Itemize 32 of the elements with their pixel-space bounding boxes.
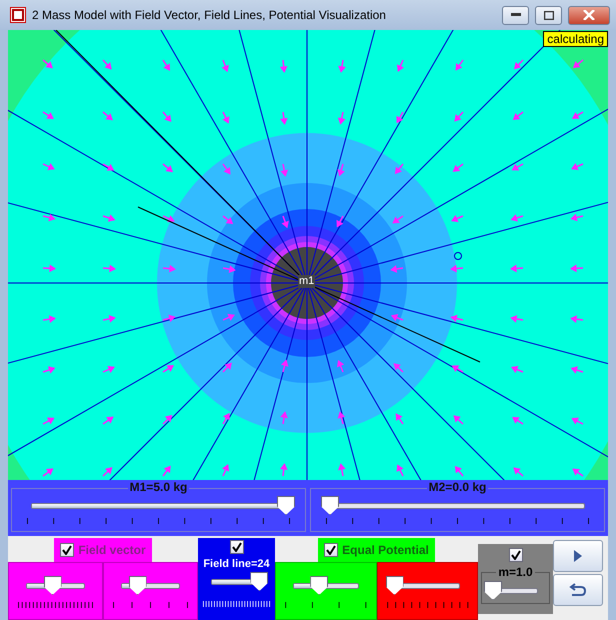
checkbox[interactable] bbox=[230, 540, 244, 554]
slider-thumb[interactable] bbox=[310, 576, 328, 595]
play-icon bbox=[573, 549, 583, 563]
tick-marks bbox=[202, 601, 271, 607]
slider-thumb[interactable] bbox=[321, 496, 339, 515]
minimize-button[interactable] bbox=[502, 6, 529, 24]
mass-label: m1 bbox=[298, 275, 316, 288]
slider-thumb[interactable] bbox=[250, 572, 268, 591]
slider-label: m=1.0 bbox=[496, 565, 535, 579]
maximize-icon bbox=[544, 10, 554, 20]
checkbox[interactable] bbox=[508, 548, 522, 562]
slider-label: Field line=24 bbox=[203, 558, 270, 570]
status-label: calculating bbox=[543, 31, 608, 47]
app-logo-icon bbox=[10, 7, 26, 23]
slider-thumb[interactable] bbox=[386, 576, 404, 595]
slider-thumb[interactable] bbox=[484, 581, 502, 600]
slider-thumb[interactable] bbox=[277, 496, 295, 515]
reset-button[interactable] bbox=[553, 574, 603, 606]
close-button[interactable] bbox=[568, 6, 610, 24]
undo-icon bbox=[569, 582, 587, 598]
checkbox[interactable] bbox=[60, 543, 74, 557]
slider-label: M2=0.0 kg bbox=[426, 480, 488, 494]
slider-thumb[interactable] bbox=[44, 576, 62, 595]
maximize-button[interactable] bbox=[535, 6, 562, 24]
slider-thumb[interactable] bbox=[128, 576, 147, 595]
close-icon bbox=[583, 10, 595, 20]
slider-label: M1=5.0 kg bbox=[128, 480, 190, 494]
play-button[interactable] bbox=[553, 540, 603, 572]
window-title: 2 Mass Model with Field Vector, Field Lines, Potential Visualization bbox=[32, 8, 387, 22]
minimize-icon bbox=[510, 13, 520, 17]
checkbox[interactable] bbox=[324, 543, 338, 557]
equal-potential-checkbox[interactable]: Equal Potential bbox=[318, 538, 435, 562]
